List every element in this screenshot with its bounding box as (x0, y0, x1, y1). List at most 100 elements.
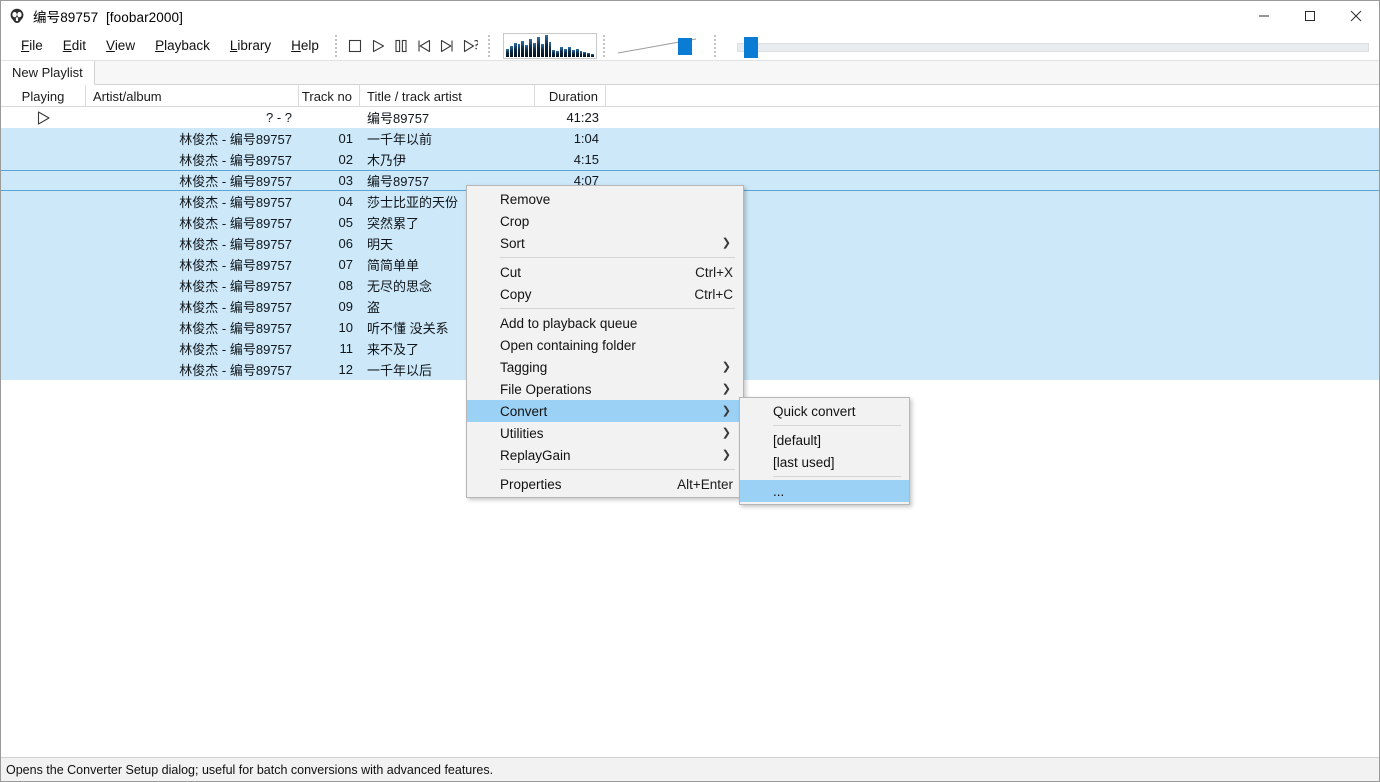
seek-thumb[interactable] (743, 36, 758, 58)
artist-album-cell: 林俊杰 - 编号89757 (179, 132, 292, 147)
menu-help[interactable]: Help (281, 34, 329, 57)
playlist-tab-bar-empty[interactable] (94, 61, 1379, 84)
track-no-cell: 01 (338, 131, 353, 146)
menu-view[interactable]: View (96, 34, 145, 57)
artist-album-cell: 林俊杰 - 编号89757 (179, 342, 292, 357)
status-bar: Opens the Converter Setup dialog; useful… (1, 757, 1379, 781)
close-button[interactable] (1333, 1, 1379, 31)
column-header-title[interactable]: Title / track artist (360, 85, 535, 107)
menu-item-label: Open containing folder (500, 337, 636, 353)
menu-item-quick-convert[interactable]: Quick convert (740, 400, 909, 422)
column-header-filler (606, 85, 1379, 107)
toolbar-gripper-volume[interactable] (599, 33, 609, 58)
spectrum-visualizer[interactable] (502, 32, 597, 59)
artist-album-cell: ? - ? (265, 110, 292, 125)
transport-toolbar (344, 31, 482, 61)
playing-cell (1, 317, 86, 338)
previous-button[interactable] (413, 34, 436, 58)
column-header-track-no[interactable]: Track no (299, 85, 360, 107)
artist-album-cell: 林俊杰 - 编号89757 (179, 174, 292, 189)
column-header-playing[interactable]: Playing (1, 85, 86, 107)
track-no-cell: 11 (339, 341, 354, 356)
menu-item-default-preset[interactable]: [default] (740, 429, 909, 451)
menu-playback[interactable]: Playback (145, 34, 220, 57)
menu-separator (500, 308, 735, 309)
playing-cell (1, 254, 86, 275)
chevron-right-icon: ❯ (721, 382, 731, 395)
menu-item-utilities[interactable]: Utilities ❯ (467, 422, 743, 444)
menu-item-convert[interactable]: Convert ❯ (467, 400, 743, 422)
menu-file[interactable]: File (11, 34, 53, 57)
maximize-button[interactable] (1287, 1, 1333, 31)
tab-new-playlist[interactable]: New Playlist (1, 61, 95, 85)
next-button[interactable] (436, 34, 459, 58)
spectrum-bar (560, 46, 564, 57)
chevron-right-icon: ❯ (721, 404, 731, 417)
playing-cell (1, 171, 86, 190)
playlist-row[interactable]: 林俊杰 - 编号89757 01 一千年以前 1:04 (1, 128, 1379, 149)
menu-item-last-used-preset[interactable]: [last used] (740, 451, 909, 473)
volume-slider[interactable] (616, 33, 708, 59)
track-no-cell (299, 107, 360, 128)
spectrum-bar (505, 49, 509, 57)
spectrum-bar (540, 43, 544, 57)
random-button[interactable] (459, 34, 482, 58)
seek-track[interactable] (736, 42, 1369, 52)
playlist-row[interactable]: ? - ? 编号89757 41:23 (1, 107, 1379, 128)
playlist-row[interactable]: 林俊杰 - 编号89757 02 木乃伊 4:15 (1, 149, 1379, 170)
window-controls (1241, 1, 1379, 31)
menu-item-add-to-playback-queue[interactable]: Add to playback queue (467, 312, 743, 334)
menu-item-cut[interactable]: Cut Ctrl+X (467, 261, 743, 283)
playlist-column-header: Playing Artist/album Track no Title / tr… (1, 85, 1379, 107)
playing-cell (1, 275, 86, 296)
playlist-context-menu[interactable]: Remove Crop Sort ❯ Cut Ctrl+X Copy Ctrl+C Add to… (466, 185, 744, 498)
menu-item-label: Cut (500, 264, 522, 280)
menu-item-converter-setup[interactable]: ... (740, 480, 909, 502)
menu-item-copy[interactable]: Copy Ctrl+C (467, 283, 743, 305)
spectrum-bar (567, 47, 571, 57)
spectrum-bars (505, 34, 595, 57)
track-no-cell: 03 (338, 173, 353, 188)
row-filler-cell (606, 128, 1379, 149)
playing-cell (1, 338, 86, 359)
menu-item-label: Crop (500, 213, 530, 229)
menu-item-file-operations[interactable]: File Operations ❯ (467, 378, 743, 400)
menu-item-label: Remove (500, 191, 551, 207)
menu-item-crop[interactable]: Crop (467, 210, 743, 232)
menu-library[interactable]: Library (220, 34, 281, 57)
column-header-duration[interactable]: Duration (535, 85, 606, 107)
artist-album-cell: 林俊杰 - 编号89757 (179, 258, 292, 273)
title-cell: 编号89757 (367, 111, 430, 126)
menu-item-label: ReplayGain (500, 447, 571, 463)
volume-thumb[interactable] (677, 37, 692, 55)
pause-button[interactable] (390, 34, 413, 58)
foobar2000-skull-icon (8, 7, 26, 25)
menu-item-open-containing-folder[interactable]: Open containing folder (467, 334, 743, 356)
artist-album-cell: 林俊杰 - 编号89757 (179, 216, 292, 231)
toolbar-gripper-transport[interactable] (331, 33, 341, 58)
spectrum-bar (552, 49, 556, 57)
play-button[interactable] (367, 34, 390, 58)
spectrum-bar (529, 38, 533, 57)
spectrum-bar (571, 49, 575, 57)
column-header-artist[interactable]: Artist/album (86, 85, 299, 107)
menu-item-label: ... (773, 483, 785, 499)
stop-button[interactable] (344, 34, 367, 58)
menu-item-label: Utilities (500, 425, 544, 441)
artist-album-cell: 林俊杰 - 编号89757 (179, 363, 292, 378)
artist-album-cell: 林俊杰 - 编号89757 (179, 153, 292, 168)
toolbar-gripper-visualizer[interactable] (484, 33, 494, 58)
menu-item-sort[interactable]: Sort ❯ (467, 232, 743, 254)
playing-cell (1, 359, 86, 380)
toolbar-gripper-seek[interactable] (710, 33, 720, 58)
menu-edit[interactable]: Edit (53, 34, 96, 57)
menu-item-replaygain[interactable]: ReplayGain ❯ (467, 444, 743, 466)
menu-item-tagging[interactable]: Tagging ❯ (467, 356, 743, 378)
artist-album-cell: 林俊杰 - 编号89757 (179, 237, 292, 252)
convert-submenu[interactable]: Quick convert [default] [last used]... (739, 397, 910, 505)
playing-cell (1, 212, 86, 233)
menu-item-properties[interactable]: Properties Alt+Enter (467, 473, 743, 495)
seek-slider[interactable] (727, 33, 1369, 59)
minimize-button[interactable] (1241, 1, 1287, 31)
menu-item-remove[interactable]: Remove (467, 188, 743, 210)
